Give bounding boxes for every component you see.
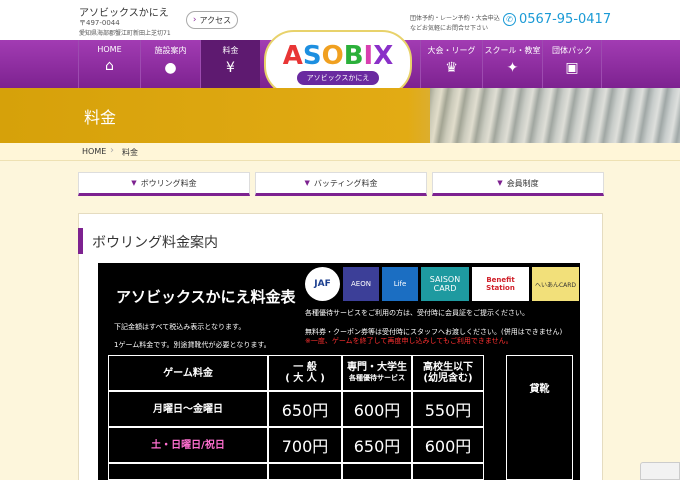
nav-item-price[interactable]: 料金 ¥ [200, 40, 260, 88]
breadcrumb-home[interactable]: HOME [82, 147, 106, 156]
logo-letter: A [282, 40, 303, 71]
site-name: アソビックスかにえ [79, 8, 169, 19]
header-shoes: 貸靴 [506, 355, 573, 480]
member-note: 各種優待サービスをご利用の方は、受付時に会員証をご提示ください。 [305, 309, 529, 317]
header-highschool-top: 高校生以下 [423, 362, 473, 373]
aeon-logo: AEON [343, 267, 379, 301]
nav-item-tournament[interactable]: 大会・リーグ ♛ [420, 40, 482, 88]
logo-letter: I [363, 40, 374, 71]
zip-code: 〒497-0044 [79, 19, 120, 27]
logo-subtitle: アソビックスかにえ [296, 70, 380, 85]
tab-label: バッティング料金 [313, 178, 378, 188]
header-general-bottom: ( 大 人 ) [285, 373, 325, 384]
header-highschool: 高校生以下 (幼児含む) [412, 355, 484, 391]
price-weekend-general: 700円 [268, 427, 342, 463]
benefit-station-logo: Benefit Station [472, 267, 529, 301]
logo-letter: S [302, 40, 322, 71]
chevron-down-icon: ▼ [304, 179, 310, 187]
home-icon: ⌂ [105, 58, 114, 74]
price-weekend-highschool: 600円 [412, 427, 484, 463]
header-highschool-bottom: (幼児含む) [423, 373, 473, 384]
tab-membership[interactable]: ▼ 会員制度 [432, 172, 604, 196]
nav-label: 施設案内 [154, 46, 187, 55]
page-title: 料金 [84, 108, 117, 127]
tab-label: ボウリング料金 [140, 178, 197, 188]
chevron-down-icon: ▼ [497, 179, 503, 187]
price-weekend-student: 650円 [342, 427, 412, 463]
header-general: 一 般 ( 大 人 ) [268, 355, 342, 391]
header-student-top: 専門・大学生 [347, 362, 407, 373]
header-general-top: 一 般 [293, 362, 317, 373]
price-weekday-highschool: 550円 [412, 391, 484, 427]
chevron-right-icon: › [192, 15, 197, 25]
board-title: アソビックスかにえ料金表 [116, 288, 296, 306]
nav-item-school[interactable]: スクール・教室 ✦ [482, 40, 542, 88]
table-row [412, 463, 484, 480]
bowling-ball-icon: ● [164, 60, 177, 76]
saison-card-logo: SAISON CARD [421, 267, 469, 301]
trophy-icon: ♛ [445, 60, 458, 76]
nav-label: 料金 [222, 46, 239, 55]
nav-label: 大会・リーグ [427, 46, 476, 55]
access-label: アクセス [199, 15, 232, 25]
chevron-down-icon: ▼ [131, 179, 137, 187]
logo-letter: X [373, 40, 394, 71]
nav-item-home[interactable]: HOME ⌂ [78, 40, 140, 88]
nav-label: 団体パック [552, 46, 592, 55]
access-button[interactable]: › アクセス [186, 11, 238, 29]
life-card-logo: Life [382, 267, 418, 301]
jaf-logo: JAF [305, 267, 340, 301]
tax-note: 下記金額はすべて税込み表示となります。 [114, 323, 246, 331]
nav-item-facility[interactable]: 施設案内 ● [140, 40, 200, 88]
recaptcha-badge[interactable] [640, 462, 680, 480]
warning-note: ※一度、ゲームを終了して再度申し込みしてもご利用できません。 [305, 337, 513, 345]
logo-wordmark: ASOBIX [283, 42, 394, 70]
table-row [108, 463, 268, 480]
bowler-icon: ✦ [506, 60, 519, 76]
site-logo[interactable]: ASOBIX アソビックスかにえ [264, 30, 412, 96]
breadcrumb: HOME › 料金 [0, 143, 680, 161]
table-row [268, 463, 342, 480]
phone-link[interactable]: ✆ 0567-95-0417 [503, 12, 611, 27]
price-weekday-student: 600円 [342, 391, 412, 427]
heian-card-logo: へいあんCARD [532, 267, 579, 301]
yen-icon: ¥ [226, 60, 235, 76]
tab-bowling-price[interactable]: ▼ ボウリング料金 [78, 172, 250, 196]
logo-letter: B [343, 40, 364, 71]
header-student: 専門・大学生 各種優待サービス [342, 355, 412, 391]
phone-icon: ✆ [503, 13, 516, 26]
tab-label: 会員制度 [506, 178, 539, 188]
header-game: ゲーム料金 [108, 355, 268, 391]
row-weekend-label: 土・日曜日/祝日 [108, 427, 268, 463]
header-student-bottom: 各種優待サービス [349, 374, 405, 382]
reserve-line-2: などお気軽にお問合せ下さい [410, 25, 489, 32]
phone-number: 0567-95-0417 [519, 12, 612, 27]
price-table: ゲーム料金 一 般 ( 大 人 ) 専門・大学生 各種優待サービス 高校生以下 … [108, 355, 573, 480]
nav-item-group[interactable]: 団体パック ▣ [542, 40, 602, 88]
chevron-right-icon: › [110, 145, 114, 156]
breadcrumb-current: 料金 [122, 148, 138, 157]
nav-label: HOME [97, 45, 122, 54]
reserve-line-1: 団体予約・レーン予約・大会申込 [410, 15, 500, 22]
address: 愛知県海部郡蟹江町新田上芝切71 [79, 30, 171, 37]
table-row [342, 463, 412, 480]
bus-icon: ▣ [565, 60, 579, 76]
section-accent [78, 228, 83, 254]
bowling-lanes-image [430, 88, 680, 143]
tab-batting-price[interactable]: ▼ バッティング料金 [255, 172, 427, 196]
reserve-info: 団体予約・レーン予約・大会申込 などお気軽にお問合せ下さい [410, 14, 500, 34]
row-weekday-label: 月曜日～金曜日 [108, 391, 268, 427]
game-note: 1ゲーム料金です。別途貸靴代が必要となります。 [114, 341, 271, 349]
section-title: ボウリング料金案内 [92, 235, 218, 251]
price-weekday-general: 650円 [268, 391, 342, 427]
nav-label: スクール・教室 [484, 46, 541, 55]
logo-letter: O [321, 40, 344, 71]
